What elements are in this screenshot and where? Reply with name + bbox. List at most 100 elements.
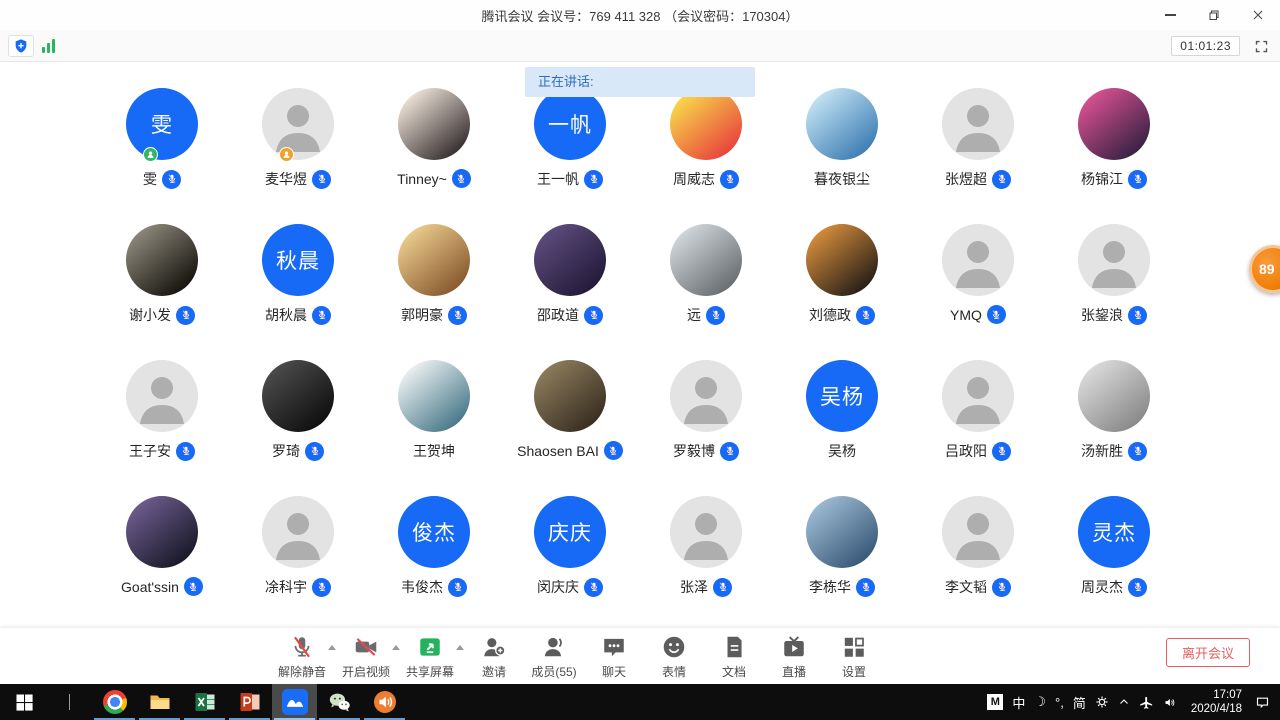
leave-meeting-button[interactable]: 离开会议 — [1166, 638, 1250, 667]
taskbar-app-meeting[interactable] — [272, 684, 317, 720]
taskbar-app-powerpoint[interactable] — [227, 684, 272, 720]
ime-lang-chinese[interactable]: 中 — [1012, 693, 1025, 712]
muted-mic-icon[interactable] — [162, 170, 181, 189]
muted-mic-icon[interactable] — [720, 170, 739, 189]
muted-mic-icon[interactable] — [176, 442, 195, 461]
muted-mic-icon[interactable] — [584, 578, 603, 597]
share-screen-icon — [417, 633, 443, 661]
ime-indicator-m[interactable]: M — [987, 694, 1003, 710]
taskbar-app-explorer[interactable] — [137, 684, 182, 720]
participant-tile[interactable]: 秋晨 胡秋晨 — [230, 220, 366, 356]
muted-mic-icon[interactable] — [706, 306, 725, 325]
muted-mic-icon[interactable] — [176, 306, 195, 325]
participant-tile[interactable]: 一帆 王一帆 — [502, 84, 638, 220]
toolbar-button-share-screen[interactable]: 共享屏幕 — [400, 633, 460, 680]
muted-mic-icon[interactable] — [992, 442, 1011, 461]
toolbar-button-live[interactable]: 直播 — [764, 633, 824, 680]
participant-tile[interactable]: YMQ — [910, 220, 1046, 356]
chevron-up-icon[interactable] — [1118, 696, 1130, 708]
participant-tile[interactable]: 庆庆 闵庆庆 — [502, 492, 638, 628]
toolbar-button-settings[interactable]: 设置 — [824, 633, 884, 680]
muted-mic-icon[interactable] — [312, 306, 331, 325]
muted-mic-icon[interactable] — [856, 578, 875, 597]
file-explorer-icon — [148, 690, 172, 714]
ime-simplified-mode[interactable]: 简 — [1073, 693, 1086, 712]
participant-tile[interactable]: 俊杰 韦俊杰 — [366, 492, 502, 628]
participant-tile[interactable]: Goat'ssin — [94, 492, 230, 628]
close-button[interactable] — [1236, 0, 1280, 30]
participant-tile[interactable]: 凃科宇 — [230, 492, 366, 628]
toolbar-button-camera-off[interactable]: 开启视频 — [336, 633, 396, 680]
muted-mic-icon[interactable] — [1128, 306, 1147, 325]
participant-tile[interactable]: 郭明豪 — [366, 220, 502, 356]
muted-mic-icon[interactable] — [987, 305, 1006, 324]
muted-mic-icon[interactable] — [604, 441, 623, 460]
muted-mic-icon[interactable] — [584, 170, 603, 189]
participant-tile[interactable]: 周威志 — [638, 84, 774, 220]
participant-tile[interactable]: 罗琦 — [230, 356, 366, 492]
muted-mic-icon[interactable] — [1128, 442, 1147, 461]
participant-tile[interactable]: Shaosen BAI — [502, 356, 638, 492]
muted-mic-icon[interactable] — [452, 169, 471, 188]
participant-tile[interactable]: 吕政阳 — [910, 356, 1046, 492]
participant-tile[interactable]: 王子安 — [94, 356, 230, 492]
participant-tile[interactable]: 麦华煜 — [230, 84, 366, 220]
muted-mic-icon[interactable] — [1128, 170, 1147, 189]
muted-mic-icon[interactable] — [584, 306, 603, 325]
participant-tile[interactable]: 王贺坤 — [366, 356, 502, 492]
gear-icon[interactable] — [1095, 695, 1109, 709]
toolbar-button-invite[interactable]: 邀请 — [464, 633, 524, 680]
fullscreen-button[interactable] — [1250, 35, 1272, 57]
participant-tile[interactable]: 暮夜银尘 — [774, 84, 910, 220]
taskbar-app-wechat[interactable] — [317, 684, 362, 720]
muted-mic-icon[interactable] — [992, 170, 1011, 189]
muted-mic-icon[interactable] — [184, 577, 203, 596]
taskbar-app-excel[interactable] — [182, 684, 227, 720]
muted-mic-icon[interactable] — [720, 442, 739, 461]
participant-tile[interactable]: 汤新胜 — [1046, 356, 1182, 492]
participant-tile[interactable]: 邵政道 — [502, 220, 638, 356]
muted-mic-icon[interactable] — [448, 306, 467, 325]
meeting-security-button[interactable] — [8, 35, 34, 57]
toolbar-button-mic-off[interactable]: 解除静音 — [272, 633, 332, 680]
participant-tile[interactable]: 张泽 — [638, 492, 774, 628]
muted-mic-icon[interactable] — [312, 170, 331, 189]
participant-tile[interactable]: 吴杨 吴杨 — [774, 356, 910, 492]
participant-tile[interactable]: 远 — [638, 220, 774, 356]
network-signal-icon[interactable] — [42, 39, 55, 53]
toolbar-button-chat[interactable]: 聊天 — [584, 633, 644, 680]
participant-tile[interactable]: 李文韬 — [910, 492, 1046, 628]
toolbar-button-document[interactable]: 文档 — [704, 633, 764, 680]
participant-tile[interactable]: 张煜超 — [910, 84, 1046, 220]
restore-button[interactable] — [1192, 0, 1236, 30]
muted-mic-icon[interactable] — [448, 578, 467, 597]
taskbar-app-chrome[interactable] — [92, 684, 137, 720]
participant-tile[interactable]: 张鋆浪 — [1046, 220, 1182, 356]
taskbar-app-volume[interactable] — [362, 684, 407, 720]
action-center-button[interactable] — [1255, 695, 1270, 710]
participant-tile[interactable]: 谢小发 — [94, 220, 230, 356]
toolbar-button-emoji[interactable]: 表情 — [644, 633, 704, 680]
muted-mic-icon[interactable] — [312, 578, 331, 597]
participant-tile[interactable]: Tinney~ — [366, 84, 502, 220]
participant-tile[interactable]: 雯 雯 — [94, 84, 230, 220]
taskbar-clock[interactable]: 17:07 2020/4/18 — [1187, 688, 1246, 717]
muted-mic-icon[interactable] — [305, 442, 324, 461]
minimize-button[interactable] — [1148, 0, 1192, 30]
moon-icon[interactable]: ☽ — [1034, 694, 1046, 710]
speaker-icon[interactable] — [1163, 695, 1178, 710]
taskbar-app-start[interactable] — [0, 684, 47, 720]
muted-mic-icon[interactable] — [713, 578, 732, 597]
participant-tile[interactable]: 杨锦江 — [1046, 84, 1182, 220]
muted-mic-icon[interactable] — [856, 306, 875, 325]
toolbar-button-members[interactable]: 成员(55) — [524, 633, 584, 680]
participant-tile[interactable]: 罗毅博 — [638, 356, 774, 492]
floating-badge[interactable]: 89 — [1249, 245, 1280, 293]
muted-mic-icon[interactable] — [1128, 578, 1147, 597]
participant-tile[interactable]: 刘德政 — [774, 220, 910, 356]
participant-tile[interactable]: 李栋华 — [774, 492, 910, 628]
ime-punctuation-mode[interactable]: °, — [1055, 695, 1064, 710]
muted-mic-icon[interactable] — [992, 578, 1011, 597]
participant-tile[interactable]: 灵杰 周灵杰 — [1046, 492, 1182, 628]
airplane-icon[interactable] — [1139, 695, 1154, 710]
